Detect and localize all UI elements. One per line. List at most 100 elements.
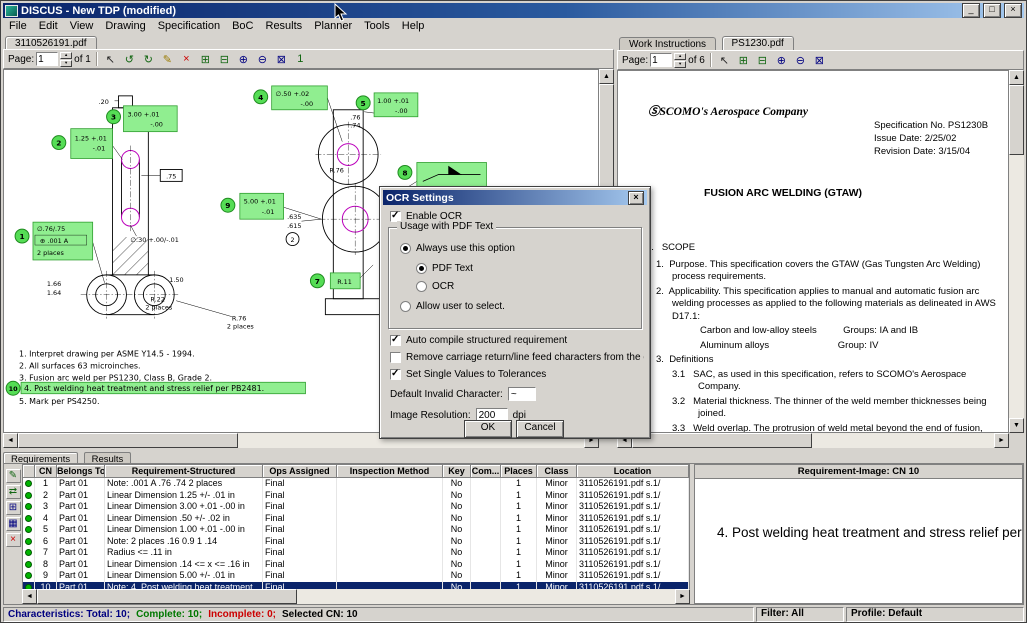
status-dot — [23, 536, 35, 548]
rotate-right-icon[interactable]: ↻ — [140, 51, 157, 67]
table-row[interactable]: 5 Part 01 Linear Dimension 1.00 +.01 -.0… — [23, 524, 689, 536]
column-header[interactable]: Location — [577, 465, 689, 478]
table-row[interactable]: 1 Part 01 Note: .001 A .76 .74 2 places … — [23, 478, 689, 490]
column-header[interactable]: Belongs To — [57, 465, 105, 478]
column-header[interactable]: Com... — [471, 465, 501, 478]
status-dot — [23, 490, 35, 502]
scroll-up-button[interactable] — [599, 69, 614, 84]
scroll-left-button[interactable] — [22, 589, 37, 604]
zoom-in-icon[interactable]: ⊕ — [773, 52, 790, 68]
scrollbar-thumb[interactable] — [632, 433, 812, 448]
allow-user-select-radio[interactable]: Allow user to select. — [400, 301, 505, 312]
menu-item[interactable]: BoC — [226, 20, 259, 33]
menu-item[interactable]: Tools — [358, 20, 396, 33]
cell-places: 1 — [501, 559, 537, 571]
app-window: DISCUS - New TDP (modified) _ □ × FileEd… — [0, 0, 1027, 623]
fit-page-icon[interactable]: ⊞ — [735, 52, 752, 68]
column-header[interactable]: CN — [35, 465, 57, 478]
scrollbar-thumb[interactable] — [1009, 85, 1024, 155]
delete-requirement-icon[interactable]: × — [6, 533, 21, 547]
link-requirement-icon[interactable]: ⇄ — [6, 485, 21, 499]
pdf-text-radio[interactable]: PDF Text — [416, 263, 473, 274]
cancel-button[interactable]: Cancel — [516, 420, 564, 438]
column-header[interactable]: Class — [537, 465, 577, 478]
scroll-down-button[interactable] — [1009, 418, 1024, 433]
cell-inspection-method — [337, 547, 443, 559]
table-horizontal-scrollbar[interactable] — [22, 589, 690, 604]
fit-width-icon[interactable]: ⊟ — [754, 52, 771, 68]
scrollbar-thumb[interactable] — [18, 433, 238, 448]
cell-key: No — [443, 478, 471, 490]
scroll-up-button[interactable] — [1009, 70, 1024, 85]
spec-vertical-scrollbar[interactable] — [1009, 70, 1024, 433]
invalid-character-input[interactable] — [508, 387, 536, 401]
column-header[interactable]: Inspection Method — [337, 465, 443, 478]
zoom-out-icon[interactable]: ⊖ — [254, 51, 271, 67]
scroll-left-button[interactable] — [3, 433, 18, 448]
column-header[interactable]: Places — [501, 465, 537, 478]
menu-item[interactable]: Edit — [33, 20, 64, 33]
ocr-radio[interactable]: OCR — [416, 281, 454, 292]
requirements-panel: Requirements Results ✎⇄⊞▦× CNBelongs ToR… — [3, 449, 1024, 605]
table-row[interactable]: 3 Part 01 Linear Dimension 3.00 +.01 -.0… — [23, 501, 689, 513]
select-cursor-icon[interactable]: ↖ — [102, 51, 119, 67]
scroll-right-button[interactable] — [675, 589, 690, 604]
title-bar[interactable]: DISCUS - New TDP (modified) _ □ × — [3, 3, 1024, 18]
menu-item[interactable]: Help — [396, 20, 431, 33]
fit-page-icon[interactable]: ⊞ — [197, 51, 214, 67]
spec-document[interactable]: ⓈSCOMO's Aerospace Company Specification… — [617, 70, 1009, 433]
close-button[interactable]: × — [1004, 3, 1022, 18]
table-row[interactable]: 4 Part 01 Linear Dimension .50 +/- .02 i… — [23, 513, 689, 525]
remove-crlf-checkbox[interactable]: Remove carriage return/line feed charact… — [390, 352, 644, 363]
single-values-checkbox[interactable]: Set Single Values to Tolerances — [390, 369, 546, 380]
dialog-title-bar[interactable]: OCR Settings × — [383, 190, 647, 205]
scrollbar-thumb[interactable] — [37, 589, 297, 604]
menu-item[interactable]: Drawing — [99, 20, 151, 33]
zoom-out-icon[interactable]: ⊖ — [792, 52, 809, 68]
auto-compile-checkbox[interactable]: Auto compile structured requirement — [390, 335, 567, 346]
svg-text:5.00 +.01: 5.00 +.01 — [244, 197, 276, 205]
menu-item[interactable]: File — [3, 20, 33, 33]
table-row[interactable]: 7 Part 01 Radius <= .11 in Final No 1 Mi… — [23, 547, 689, 559]
column-header[interactable]: Requirement-Structured — [105, 465, 263, 478]
remove-highlight-icon[interactable]: × — [178, 51, 195, 67]
menu-item[interactable]: Specification — [152, 20, 226, 33]
issue-date: Issue Date: 2/25/02 — [874, 132, 988, 145]
cell-class: Minor — [537, 513, 577, 525]
cell-key: No — [443, 547, 471, 559]
zoom-region-icon[interactable]: ⊠ — [273, 51, 290, 67]
ok-button[interactable]: OK — [464, 420, 512, 438]
menu-item[interactable]: Results — [260, 20, 309, 33]
edit-requirement-icon[interactable]: ✎ — [6, 469, 21, 483]
cell-inspection-method — [337, 559, 443, 571]
rotate-left-icon[interactable]: ↺ — [121, 51, 138, 67]
page-number-input[interactable] — [650, 53, 672, 67]
spec-viewer-panel: Work Instructions PS1230.pdf Page: ▲▼ of… — [617, 34, 1024, 448]
minimize-button[interactable]: _ — [962, 3, 980, 18]
always-use-option-radio[interactable]: Always use this option — [400, 243, 515, 254]
table-row[interactable]: 9 Part 01 Linear Dimension 5.00 +/- .01 … — [23, 570, 689, 582]
zoom-in-icon[interactable]: ⊕ — [235, 51, 252, 67]
table-row[interactable]: 2 Part 01 Linear Dimension 1.25 +/- .01 … — [23, 490, 689, 502]
spec-horizontal-scrollbar[interactable] — [617, 433, 1009, 448]
maximize-button[interactable]: □ — [983, 3, 1001, 18]
zoom-region-icon[interactable]: ⊠ — [811, 52, 828, 68]
table-row[interactable]: 6 Part 01 Note: 2 places .16 0.9 1 .14 F… — [23, 536, 689, 548]
page-stamp-icon[interactable]: 1 — [292, 51, 309, 67]
table-row[interactable]: 8 Part 01 Linear Dimension .14 <= x <= .… — [23, 559, 689, 571]
page-number-input[interactable] — [36, 52, 58, 66]
grid-view-icon[interactable]: ⊞ — [6, 501, 21, 515]
cell-cn: 8 — [35, 559, 57, 571]
scroll-right-button[interactable] — [994, 433, 1009, 448]
column-header[interactable] — [23, 465, 35, 478]
menu-item[interactable]: View — [64, 20, 100, 33]
page-spinner[interactable]: ▲▼ — [674, 53, 686, 68]
column-header[interactable]: Ops Assigned — [263, 465, 337, 478]
dialog-close-button[interactable]: × — [628, 191, 644, 205]
columns-view-icon[interactable]: ▦ — [6, 517, 21, 531]
select-cursor-icon[interactable]: ↖ — [716, 52, 733, 68]
highlighter-icon[interactable]: ✎ — [159, 51, 176, 67]
page-spinner[interactable]: ▲▼ — [60, 52, 72, 67]
column-header[interactable]: Key — [443, 465, 471, 478]
fit-width-icon[interactable]: ⊟ — [216, 51, 233, 67]
